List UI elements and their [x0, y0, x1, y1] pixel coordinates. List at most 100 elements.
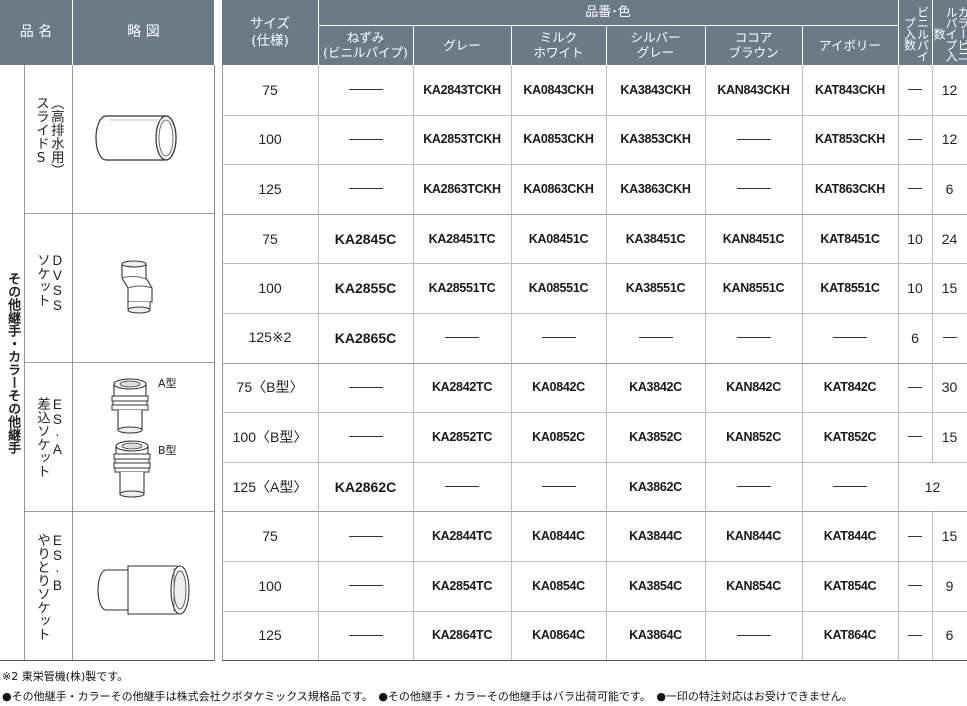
dash-mark — [348, 89, 383, 91]
dash-mark — [348, 634, 383, 636]
part-number-cell: KAN843CKH — [717, 82, 790, 97]
part-number-cell: KAN854C — [726, 578, 781, 593]
part-number-cell: KA2855C — [334, 280, 397, 297]
header-size: サイズ (仕様) — [249, 15, 291, 49]
dash-cell — [898, 511, 932, 561]
group-name-dvss: ソケット DVSS — [26, 253, 72, 343]
header-color-4: ココア ブラウン — [728, 30, 779, 60]
dash-cell — [898, 115, 932, 165]
footnote-2: ●その他継手・カラーその他継手は株式会社クボタケミックス規格品です。 ●その他継… — [2, 690, 853, 703]
part-number-cell: KAT842C — [823, 380, 877, 395]
col-separator — [24, 65, 25, 661]
dash-cell — [705, 313, 802, 363]
dash-cell — [932, 313, 967, 363]
dash-mark — [908, 188, 922, 190]
part-number-cell: KA2862C — [334, 478, 397, 495]
dash-cell — [705, 611, 802, 661]
dash-mark — [908, 585, 922, 587]
vinyl-qty-cell: 6 — [911, 329, 919, 346]
part-number-cell: KA0853CKH — [523, 132, 594, 147]
size-cell: 100〈B型〉 — [232, 428, 308, 445]
part-number-cell: KA2852TC — [431, 429, 493, 444]
dash-cell — [705, 164, 802, 214]
col-rule — [802, 65, 803, 660]
dash-cell — [898, 412, 932, 462]
offset-socket-icon — [121, 260, 153, 314]
size-cell: 125※2 — [248, 329, 292, 346]
col-rule — [898, 65, 899, 660]
color-qty-cell: 15 — [941, 528, 958, 545]
pipe-sleeve-icon — [95, 115, 177, 161]
dash-mark — [736, 337, 771, 339]
category-label-wrap: その他継手・カラーその他継手 — [0, 65, 24, 660]
dash-cell — [318, 561, 413, 611]
size-cell: 100 — [258, 577, 282, 594]
header-part-number-color: 品番･色 — [585, 5, 631, 20]
slip-socket-icon — [97, 565, 190, 615]
part-number-cell: KA3852C — [629, 429, 682, 444]
dash-cell — [318, 611, 413, 661]
dash-mark — [908, 436, 922, 438]
category-label: その他継手・カラーその他継手 — [5, 271, 21, 454]
part-number-cell: KAN842C — [726, 380, 781, 395]
part-number-cell: KA0854C — [532, 578, 585, 593]
dash-cell — [898, 65, 932, 115]
color-qty-cell: 24 — [941, 230, 958, 247]
dash-mark — [736, 188, 771, 190]
group-name-slide-s-main: スライドS — [33, 96, 49, 166]
color-qty-cell: 12 — [941, 81, 958, 98]
dash-mark — [942, 337, 957, 339]
group-name-es-a-a: 差込ソケット — [34, 397, 50, 478]
footnote-1: ※2 東栄管機(株)製です。 — [2, 670, 129, 683]
color-qty-cell: 9 — [945, 577, 954, 594]
part-number-cell: KAN8551C — [722, 281, 785, 296]
part-number-cell: KAN852C — [726, 429, 781, 444]
col-rule — [932, 511, 933, 660]
dash-mark — [833, 337, 867, 339]
dash-mark — [348, 386, 383, 388]
insert-socket-label-b: B型 — [158, 444, 177, 457]
group-name-es-b-a: やりとりソケット — [34, 533, 50, 641]
dash-mark — [348, 138, 383, 140]
dash-mark — [638, 337, 673, 339]
group-name-dvss-a: ソケット — [34, 253, 50, 307]
part-number-cell: KA2842TC — [431, 380, 493, 395]
table-bottom-rule — [0, 660, 214, 661]
part-number-cell: KA3854C — [629, 578, 682, 593]
part-number-cell: KA0843CKH — [523, 82, 594, 97]
part-number-cell: KA2845C — [334, 230, 397, 247]
part-number-cell: KA28451TC — [428, 231, 496, 246]
part-number-cell: KA0842C — [532, 380, 585, 395]
group-name-slide-s: スライドS （高排水用） — [26, 96, 72, 196]
part-number-cell: KA28551TC — [428, 281, 496, 296]
dash-cell — [413, 462, 511, 512]
dash-mark — [348, 535, 383, 537]
dash-cell — [318, 363, 413, 413]
header-color-1: グレー — [443, 37, 481, 53]
dash-cell — [898, 363, 932, 413]
header-color-0: ねずみ (ビニルパイプ) — [323, 30, 408, 60]
part-number-cell: KA3862C — [629, 479, 682, 494]
dash-cell — [705, 115, 802, 165]
dash-cell — [898, 561, 932, 611]
dash-cell — [318, 412, 413, 462]
col-rule — [932, 65, 933, 462]
color-qty-cell: 30 — [941, 379, 958, 396]
group-name-es-a: 差込ソケット ES·A — [26, 397, 72, 497]
part-number-cell: KA08451C — [528, 231, 589, 246]
vinyl-qty-cell: 10 — [907, 230, 923, 247]
part-number-cell: KA38451C — [625, 231, 686, 246]
part-number-cell: KA0852C — [532, 429, 585, 444]
dash-mark — [445, 486, 479, 488]
header-vinyl-pipe-qty-text: ビニルパイプ入数 — [902, 5, 930, 61]
group-name-es-a-b: ES·A — [49, 397, 65, 457]
part-number-cell: KA2864TC — [431, 628, 493, 643]
col-rule — [413, 65, 414, 660]
part-number-cell: KA0844C — [532, 529, 585, 544]
part-number-cell: KA2843TCKH — [423, 82, 501, 97]
group-separator — [24, 213, 214, 214]
dash-mark — [908, 535, 922, 537]
part-number-cell: KA0863CKH — [523, 181, 594, 196]
part-number-cell: KA38551C — [625, 281, 686, 296]
part-number-cell: KAT853CKH — [815, 132, 885, 147]
